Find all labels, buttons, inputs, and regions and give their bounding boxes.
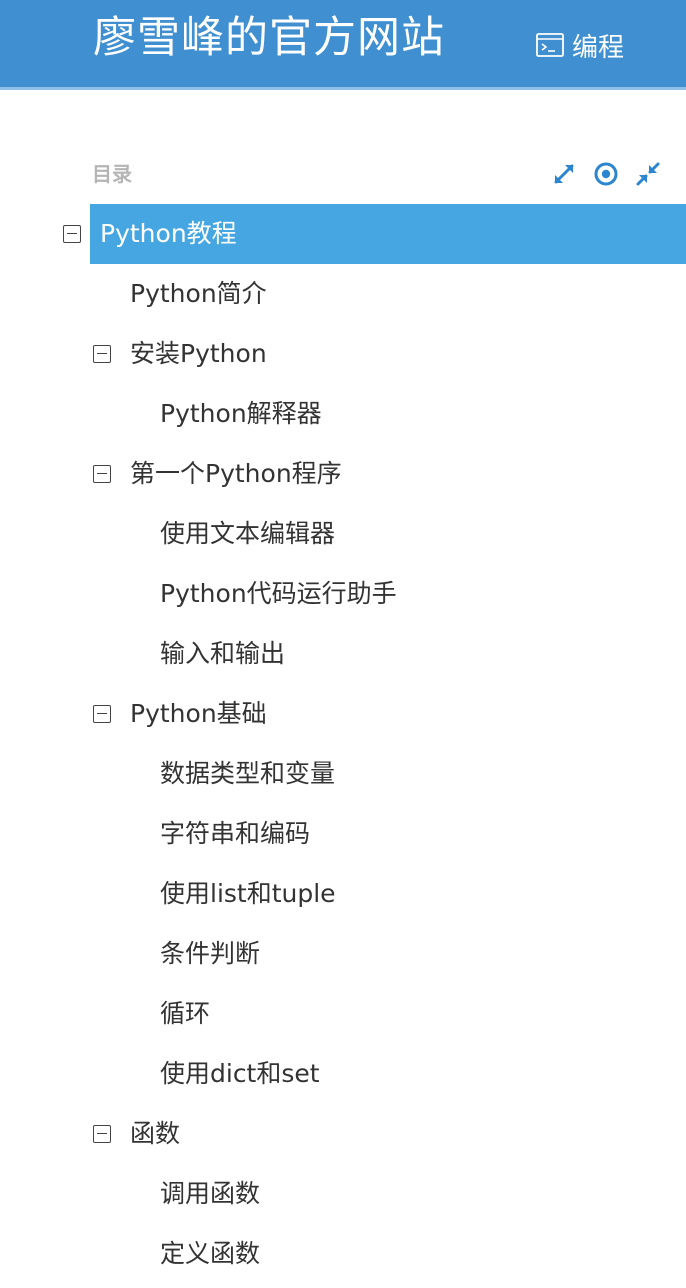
toc-item[interactable]: Python简介	[130, 264, 267, 324]
toc-item[interactable]: 安装Python	[130, 324, 267, 384]
toc-toolbar	[548, 158, 668, 190]
collapse-all-button[interactable]	[632, 158, 664, 190]
toc-item-label: 输入和输出	[160, 639, 286, 668]
toc-item[interactable]: 数据类型和变量	[160, 744, 335, 804]
top-navigation-bar: 廖雪峰的官方网站 编程	[0, 0, 686, 90]
toc-item-label: Python代码运行助手	[160, 579, 397, 608]
toc-item-label: Python简介	[130, 279, 267, 308]
expand-all-icon	[554, 164, 574, 184]
toc-item-label: 使用文本编辑器	[160, 519, 336, 548]
collapse-toggle-icon[interactable]	[63, 225, 81, 243]
toc-item-label: 使用dict和set	[160, 1059, 320, 1088]
toc-item-label: 数据类型和变量	[160, 759, 336, 788]
toc-item-label: 调用函数	[160, 1179, 261, 1208]
programming-link[interactable]: 编程	[536, 27, 624, 63]
toc-item-active[interactable]: Python教程	[90, 204, 686, 264]
locate-current-button[interactable]	[590, 158, 622, 190]
collapse-toggle-icon[interactable]	[93, 345, 111, 363]
toc-item[interactable]: 条件判断	[160, 924, 260, 984]
toc-item[interactable]: 使用dict和set	[160, 1044, 320, 1104]
toc-title: 目录	[92, 162, 132, 186]
toc-item-label: 字符串和编码	[160, 819, 311, 848]
toc-item-label: Python解释器	[160, 399, 322, 428]
programming-link-label: 编程	[572, 32, 625, 63]
toc-item[interactable]: 定义函数	[160, 1224, 260, 1284]
toc-item[interactable]: 循环	[160, 984, 210, 1044]
site-title[interactable]: 廖雪峰的官方网站	[93, 10, 445, 66]
terminal-icon	[536, 33, 564, 57]
toc-item[interactable]: Python解释器	[160, 384, 322, 444]
toc-item-label: 第一个Python程序	[130, 459, 342, 488]
toc-item[interactable]: Python代码运行助手	[160, 564, 397, 624]
toc-item[interactable]: 函数	[130, 1104, 180, 1164]
toc-item-label: 循环	[160, 999, 211, 1028]
toc-item[interactable]: 第一个Python程序	[130, 444, 342, 504]
toc-item-label: Python基础	[130, 699, 267, 728]
collapse-toggle-icon[interactable]	[93, 465, 111, 483]
toc-item-label: 函数	[130, 1119, 181, 1148]
collapse-toggle-icon[interactable]	[93, 1125, 111, 1143]
toc-item-label: Python教程	[100, 219, 237, 248]
toc-item-label: 条件判断	[160, 939, 261, 968]
toc-item[interactable]: 使用list和tuple	[160, 864, 336, 924]
expand-all-button[interactable]	[548, 158, 580, 190]
toc-item[interactable]: 调用函数	[160, 1164, 260, 1224]
collapse-all-icon	[636, 162, 660, 186]
toc-item[interactable]: 字符串和编码	[160, 804, 310, 864]
toc-item[interactable]: 输入和输出	[160, 624, 285, 684]
toc-item-label: 安装Python	[130, 339, 267, 368]
locate-current-icon	[594, 162, 618, 186]
toc-item[interactable]: 使用文本编辑器	[160, 504, 335, 564]
toc-item[interactable]: Python基础	[130, 684, 267, 744]
toc-item-label: 使用list和tuple	[160, 879, 336, 908]
toc-item-label: 定义函数	[160, 1239, 261, 1268]
collapse-toggle-icon[interactable]	[93, 705, 111, 723]
